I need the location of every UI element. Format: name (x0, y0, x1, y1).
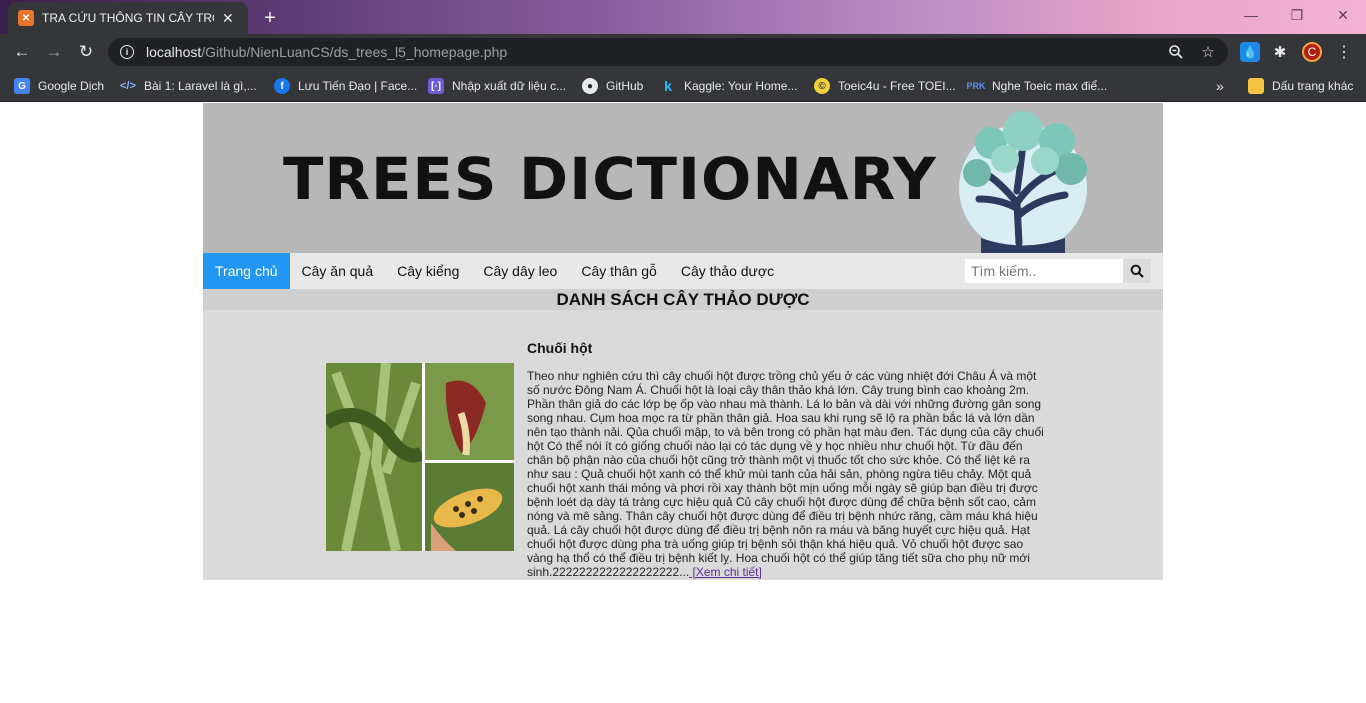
reload-icon[interactable]: ↻ (74, 40, 98, 64)
site-banner: TREES DICTIONARY (203, 103, 1163, 253)
bookmark-nghe-toeic[interactable]: PRK Nghe Toeic max điể... (966, 76, 1108, 96)
bookmark-google-translate[interactable]: G Google Dịch (14, 76, 104, 96)
folder-icon (1248, 78, 1264, 94)
search-form (965, 259, 1151, 283)
back-icon[interactable]: ← (10, 40, 34, 64)
facebook-icon: f (274, 78, 290, 94)
zoom-icon[interactable] (1166, 42, 1186, 62)
nav-fruit-trees[interactable]: Cây ăn quả (290, 253, 386, 289)
tab-close-icon[interactable]: ✕ (222, 10, 234, 27)
bookmark-facebook[interactable]: f Lưu Tiến Đạo | Face... (274, 76, 417, 96)
bookmark-toeic4u[interactable]: © Toeic4u - Free TOEI... (814, 76, 956, 96)
extensions-puzzle-icon[interactable]: ✱ (1270, 42, 1290, 62)
site-logo-title: TREES DICTIONARY (283, 145, 937, 213)
search-button[interactable] (1123, 259, 1151, 283)
bookmarks-bar: G Google Dịch </> Bài 1: Laravel là gì,...… (0, 70, 1366, 102)
bookmark-kaggle[interactable]: k Kaggle: Your Home... (660, 76, 797, 96)
xampp-favicon-icon: ✕ (18, 10, 34, 26)
nav-home[interactable]: Trang chủ (203, 253, 290, 289)
forward-icon[interactable]: → (42, 40, 66, 64)
code-bracket-icon: [·] (428, 78, 444, 94)
minimize-icon[interactable]: — (1228, 0, 1274, 30)
other-bookmarks[interactable]: Dấu trang khác (1248, 76, 1353, 96)
toeic-icon: © (814, 78, 830, 94)
bookmark-laravel[interactable]: </> Bài 1: Laravel là gì,... (120, 76, 257, 96)
plant-description: Theo như nghiên cứu thì cây chuối hột đư… (527, 369, 1047, 579)
page-container: TREES DICTIONARY Trang chủ Cây ăn quả Câ… (203, 103, 1163, 580)
bookmarks-overflow-button[interactable]: » (1216, 76, 1224, 96)
kaggle-icon: k (664, 78, 672, 94)
close-window-icon[interactable]: ✕ (1320, 0, 1366, 30)
section-title: DANH SÁCH CÂY THẢO DƯỢC (203, 289, 1163, 310)
plant-image[interactable] (326, 363, 514, 551)
browser-tab[interactable]: ✕ TRA CỨU THÔNG TIN CÂY TRỒNG ✕ (8, 2, 248, 34)
plant-card: Chuối hột Theo như nghiên cứu thì cây ch… (203, 310, 1163, 580)
google-translate-icon: G (14, 78, 30, 94)
github-icon: ● (582, 78, 598, 94)
code-icon: </> (120, 80, 136, 92)
profile-avatar[interactable]: C (1302, 42, 1322, 62)
nav-woody-trees[interactable]: Cây thân gỗ (569, 253, 669, 289)
bookmark-star-icon[interactable]: ☆ (1198, 42, 1218, 62)
bookmark-nhap-xuat[interactable]: [·] Nhập xuất dữ liệu c... (428, 76, 566, 96)
toeic-listen-icon: PRK (966, 81, 986, 91)
address-bar[interactable]: i localhost/Github/NienLuanCS/ds_trees_l… (108, 38, 1228, 66)
bookmark-github[interactable]: ● GitHub (582, 76, 643, 96)
search-icon (1130, 264, 1144, 278)
new-tab-icon[interactable]: + (256, 6, 284, 30)
plant-name[interactable]: Chuối hột (527, 340, 592, 356)
browser-titlebar: ✕ TRA CỨU THÔNG TIN CÂY TRỒNG ✕ + — ❐ ✕ (0, 0, 1366, 34)
menu-kebab-icon[interactable]: ⋮ (1334, 42, 1354, 62)
nav-herbal-plants[interactable]: Cây thảo dược (669, 253, 786, 289)
plant-description-text: Theo như nghiên cứu thì cây chuối hột đư… (527, 369, 1044, 579)
search-input[interactable] (965, 259, 1123, 283)
extension-drop-icon[interactable]: 💧 (1240, 42, 1260, 62)
nav-ornamental-trees[interactable]: Cây kiểng (385, 253, 471, 289)
restore-icon[interactable]: ❐ (1274, 0, 1320, 30)
main-nav: Trang chủ Cây ăn quả Cây kiểng Cây dây l… (203, 253, 1163, 289)
tree-logo-icon (959, 111, 1087, 253)
site-info-icon[interactable]: i (120, 45, 134, 59)
nav-climbing-plants[interactable]: Cây dây leo (471, 253, 569, 289)
browser-toolbar: ← → ↻ i localhost/Github/NienLuanCS/ds_t… (0, 34, 1366, 70)
url-text: localhost/Github/NienLuanCS/ds_trees_l5_… (146, 44, 508, 60)
view-details-link[interactable]: [Xem chi tiết] (689, 565, 761, 579)
tab-title: TRA CỨU THÔNG TIN CÂY TRỒNG (42, 11, 214, 25)
